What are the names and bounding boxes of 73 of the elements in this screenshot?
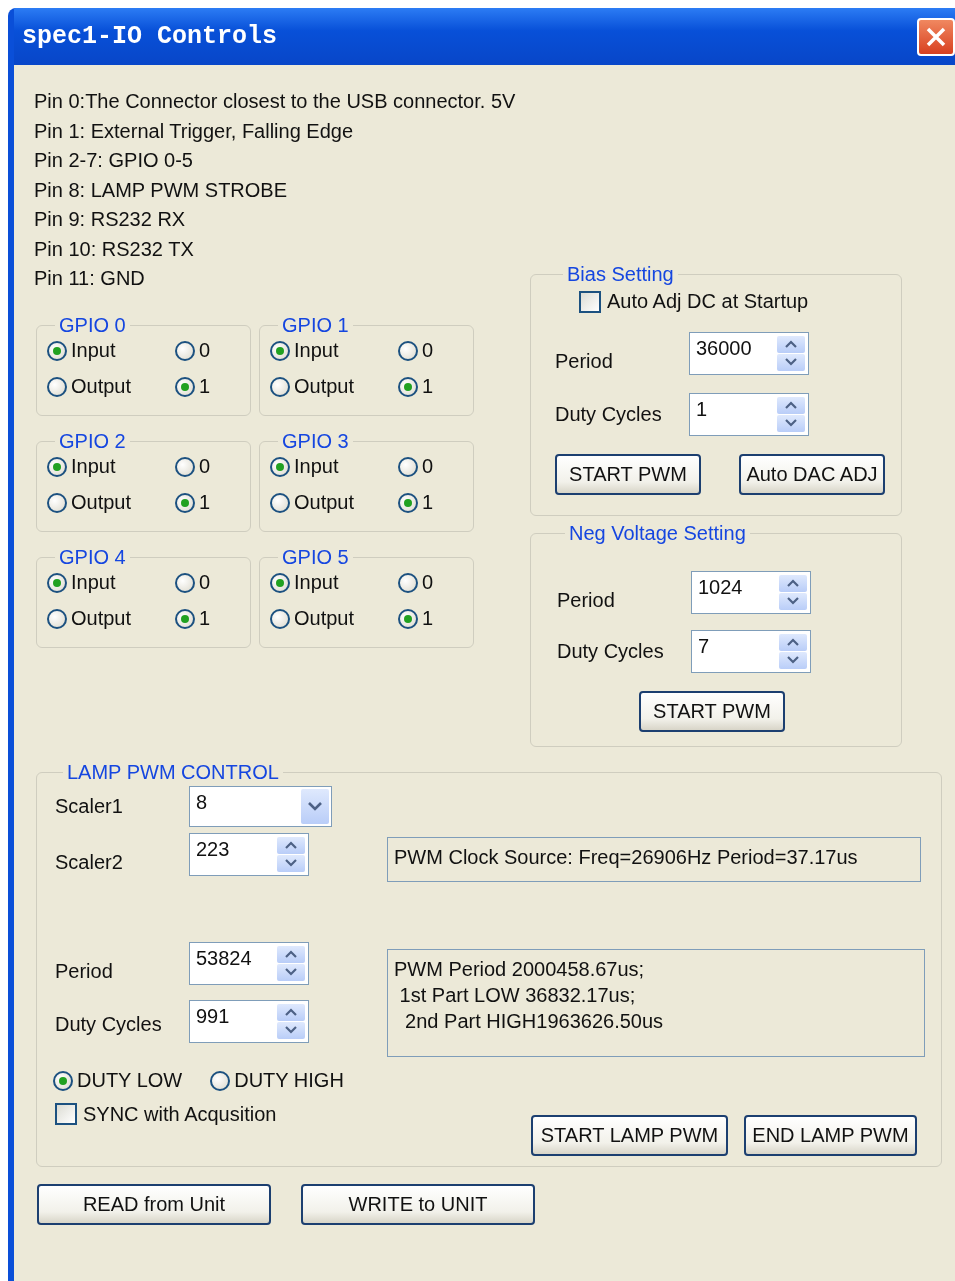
radio-option[interactable]: Input (47, 568, 175, 597)
field-label: Scaler2 (55, 849, 124, 874)
group-title: GPIO 4 (58, 545, 127, 569)
radio-option[interactable]: Output (270, 488, 398, 517)
radio-option[interactable]: 1 (175, 488, 240, 517)
radio-option[interactable]: 0 (398, 336, 463, 365)
radio-option[interactable]: Output (270, 604, 398, 633)
pin-note: Pin 0:The Connector closest to the USB connector. 5V (34, 89, 517, 114)
radio-option[interactable]: 0 (398, 568, 463, 597)
field-label: Duty Cycles (555, 402, 663, 426)
group-title: GPIO 3 (281, 429, 350, 453)
radio-option[interactable]: 0 (175, 336, 240, 365)
radio-option[interactable]: Input (270, 568, 398, 597)
close-button[interactable] (917, 17, 955, 56)
pin-note: Pin 11: GND (34, 266, 146, 291)
radio-option[interactable]: Input (270, 452, 398, 481)
group-title: GPIO 5 (281, 545, 350, 569)
close-icon (925, 25, 947, 48)
action-button[interactable]: END LAMP PWM (744, 1114, 917, 1156)
spin-box[interactable]: 991 (189, 999, 309, 1043)
group-title: GPIO 2 (58, 429, 127, 453)
action-button[interactable]: READ from Unit (37, 1183, 271, 1225)
group-title: Bias Setting (566, 263, 675, 286)
radio-option[interactable]: Output (47, 372, 175, 401)
radio-option[interactable]: Input (270, 336, 398, 365)
spin-box[interactable]: 36000 (689, 331, 809, 375)
radio-option[interactable]: 0 (175, 568, 240, 597)
radio-option[interactable]: 1 (398, 488, 463, 517)
radio-option[interactable]: DUTY HIGH (210, 1066, 344, 1095)
radio-option[interactable]: 0 (398, 452, 463, 481)
action-button[interactable]: Auto DAC ADJ (739, 453, 885, 495)
pin-note: Pin 9: RS232 RX (34, 207, 187, 232)
group-title: LAMP PWM CONTROL (66, 760, 280, 784)
field-label: Period (55, 958, 114, 983)
window-title: spec1-IO Controls (22, 22, 278, 51)
radio-option[interactable]: 1 (175, 604, 240, 633)
radio-option[interactable]: DUTY LOW (53, 1066, 183, 1095)
radio-option[interactable]: 1 (175, 372, 240, 401)
action-button[interactable]: START PWM (555, 453, 701, 495)
action-button[interactable]: WRITE to UNIT (301, 1183, 535, 1225)
checkbox-option[interactable]: Auto Adj DC at Startup (579, 290, 809, 313)
radio-option[interactable]: Output (47, 604, 175, 633)
group-title: GPIO 0 (58, 313, 127, 337)
spin-box[interactable]: 53824 (189, 941, 309, 985)
group-title: Neg Voltage Setting (568, 521, 747, 545)
spin-box[interactable]: 1024 (691, 570, 811, 614)
action-button[interactable]: START LAMP PWM (531, 1114, 728, 1156)
pin-note: Pin 2-7: GPIO 0-5 (34, 148, 194, 173)
spin-box[interactable]: 1 (689, 392, 809, 436)
spin-box[interactable]: 223 (189, 832, 309, 876)
pin-note: Pin 8: LAMP PWM STROBE (34, 177, 289, 203)
dropdown[interactable]: 8 (189, 785, 332, 827)
pin-note: Pin 1: External Trigger, Falling Edge (34, 118, 355, 144)
field-label: Period (557, 587, 616, 612)
field-label: Period (555, 348, 614, 373)
field-label: Duty Cycles (55, 1011, 163, 1036)
checkbox-option[interactable]: SYNC with Acqusition (55, 1102, 277, 1126)
radio-option[interactable]: Input (47, 336, 175, 365)
field-label: Scaler1 (55, 794, 124, 818)
radio-option[interactable]: 0 (175, 452, 240, 481)
action-button[interactable]: START PWM (639, 690, 785, 732)
radio-option[interactable]: Output (270, 372, 398, 401)
group-title: GPIO 1 (281, 313, 350, 337)
spin-box[interactable]: 7 (691, 629, 811, 673)
field-label: Duty Cycles (557, 639, 665, 663)
clock-info-field: PWM Clock Source: Freq=26906Hz Period=37.17us (387, 836, 921, 882)
chevron-down-icon (308, 801, 322, 811)
radio-option[interactable]: Input (47, 452, 175, 481)
radio-option[interactable]: Output (47, 488, 175, 517)
radio-option[interactable]: 1 (398, 372, 463, 401)
period-info-field: PWM Period 2000458.67us; 1st Part LOW 36832.17us; 2nd Part HIGH1963626.50us (387, 948, 925, 1057)
pin-note: Pin 10: RS232 TX (34, 236, 195, 262)
radio-option[interactable]: 1 (398, 604, 463, 633)
